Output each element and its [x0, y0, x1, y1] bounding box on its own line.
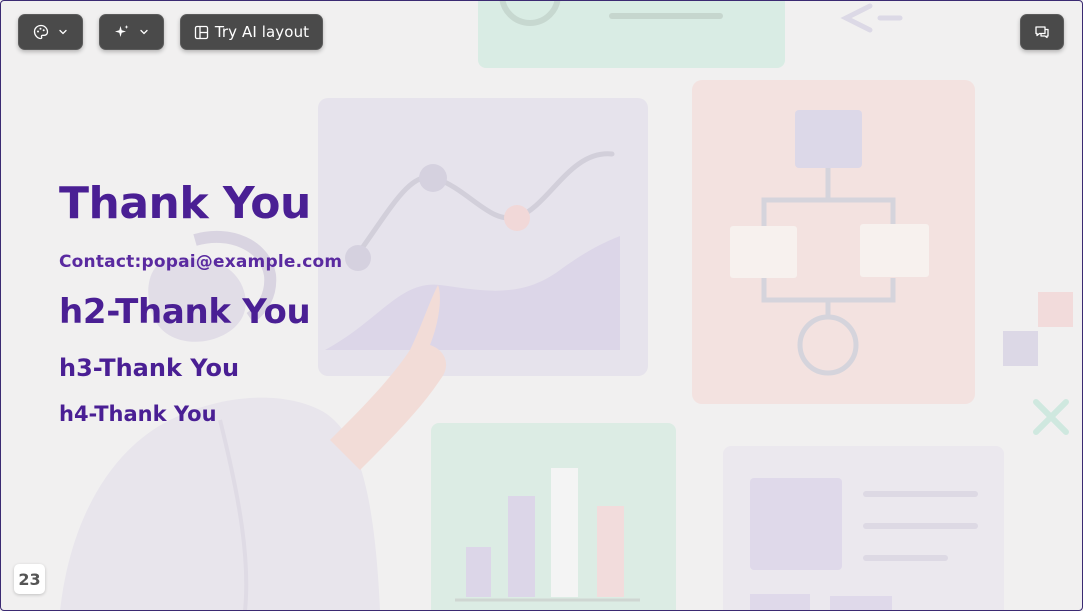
slide-frame: [0, 0, 1083, 611]
